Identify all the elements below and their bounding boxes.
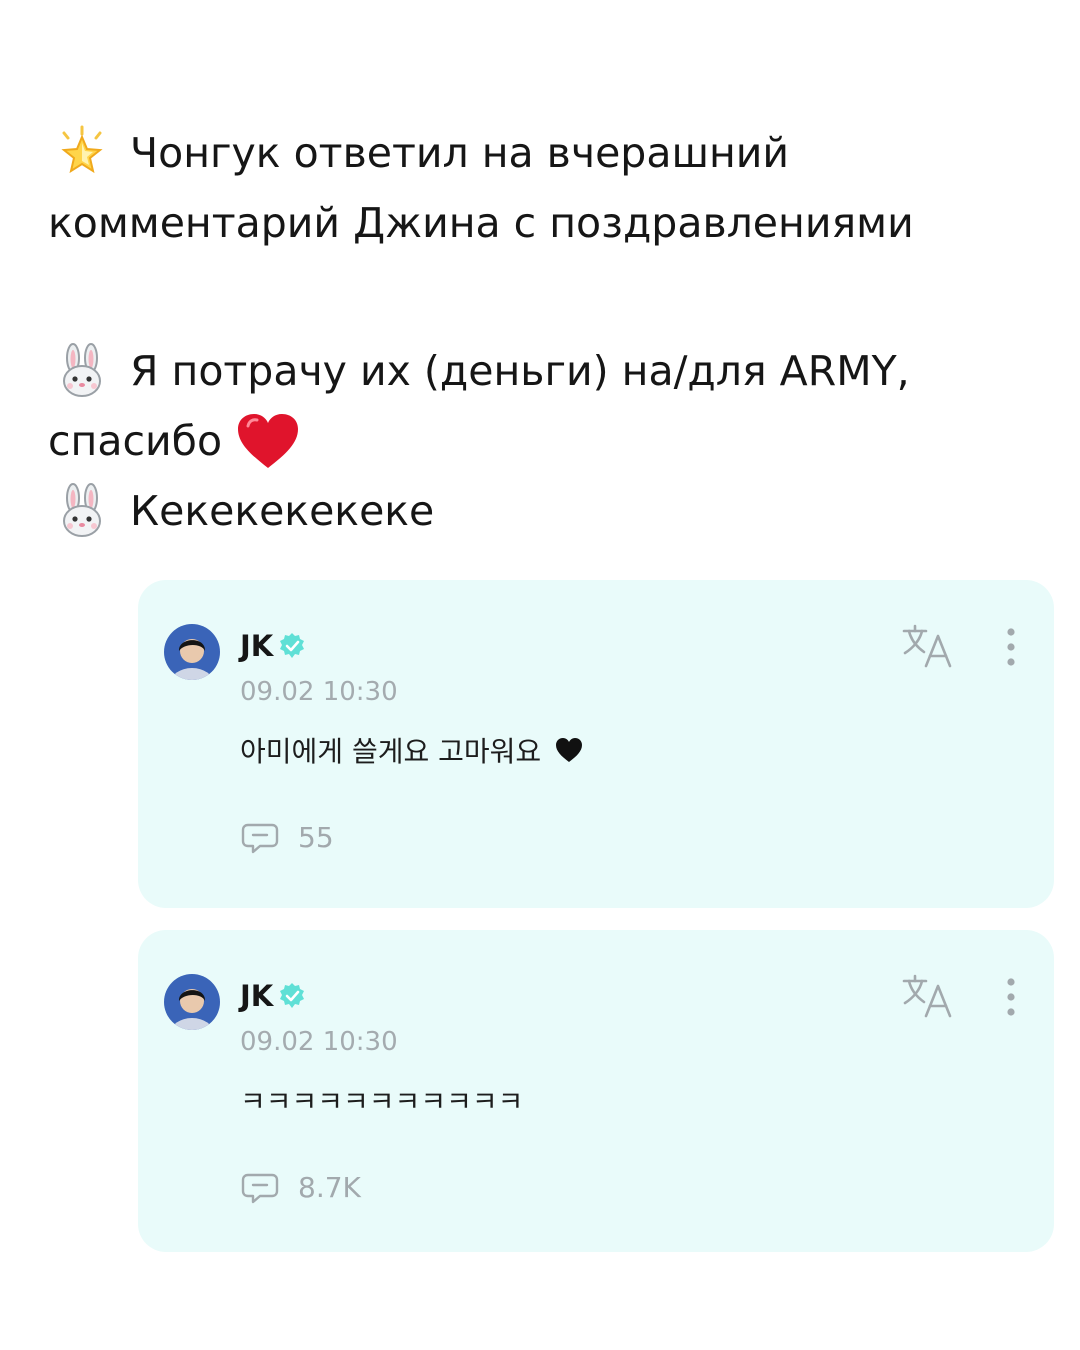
post-line-3: Я потрачу их (деньги) на/для ARMY, (48, 336, 1038, 406)
rabbit-face-icon (54, 343, 110, 399)
post-line-1-text: Чонгук ответил на вчерашний (130, 129, 790, 177)
comment-card: JK 09.02 10:30 아미에게 쓸게요 고마워요 55 (138, 580, 1054, 908)
avatar[interactable] (164, 624, 220, 680)
verified-badge-icon (277, 631, 307, 661)
post-line-4: спасибо (48, 406, 1038, 476)
comment-author[interactable]: JK (240, 626, 307, 666)
comment-text-content: 아미에게 쓸게요 고마워요 (240, 735, 542, 768)
comment-timestamp: 09.02 10:30 (240, 1027, 398, 1057)
comment-text-content: ㅋㅋㅋㅋㅋㅋㅋㅋㅋㅋㅋ (240, 1085, 524, 1118)
comment-text: ㅋㅋㅋㅋㅋㅋㅋㅋㅋㅋㅋ (240, 1080, 523, 1120)
post-line-2: комментарий Джина с поздравлениями (48, 188, 1038, 258)
post-line-5: Кекекекекеке (48, 476, 1038, 546)
verified-badge-icon (277, 981, 307, 1011)
post-line-1: Чонгук ответил на вчерашний (48, 118, 1038, 188)
black-heart-icon (555, 737, 583, 763)
rabbit-face-icon (54, 483, 110, 539)
reply-count: 8.7K (298, 1170, 361, 1204)
comment-author[interactable]: JK (240, 976, 307, 1016)
more-options-icon[interactable] (1000, 624, 1022, 670)
reply-count: 55 (298, 820, 334, 854)
avatar[interactable] (164, 974, 220, 1030)
reply-icon (240, 1169, 280, 1205)
more-options-icon[interactable] (1000, 974, 1022, 1020)
post-line-2-text: комментарий Джина с поздравлениями (48, 199, 914, 247)
comment-card: JK 09.02 10:30 ㅋㅋㅋㅋㅋㅋㅋㅋㅋㅋㅋ 8.7K (138, 930, 1054, 1252)
translate-icon[interactable] (900, 972, 954, 1020)
reply-button[interactable]: 8.7K (240, 1167, 361, 1207)
translate-icon[interactable] (900, 622, 954, 670)
author-name: JK (240, 629, 274, 663)
glowing-star-icon (54, 125, 110, 181)
comment-timestamp: 09.02 10:30 (240, 677, 398, 707)
author-name: JK (240, 979, 274, 1013)
post-line-5-text: Кекекекекеке (130, 487, 435, 535)
comment-text: 아미에게 쓸게요 고마워요 (240, 730, 583, 770)
reply-icon (240, 819, 280, 855)
post-line-4-text: спасибо (48, 417, 223, 465)
reply-button[interactable]: 55 (240, 817, 334, 857)
post-line-3-text: Я потрачу их (деньги) на/для ARMY, (130, 347, 910, 395)
post-text: Чонгук ответил на вчерашний комментарий … (48, 118, 1038, 546)
red-heart-icon (236, 412, 300, 470)
